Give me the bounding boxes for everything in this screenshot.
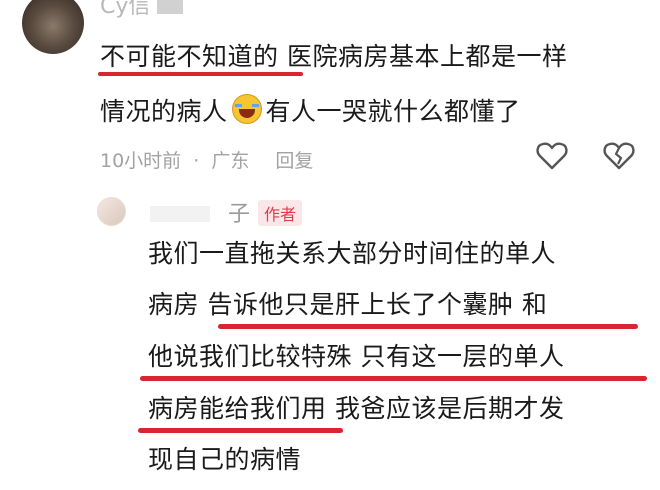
- reply-text-line-1: 我们一直拖关系大部分时间住的单人: [148, 239, 557, 268]
- author-name[interactable]: 子: [228, 196, 250, 228]
- commenter-avatar[interactable]: [22, 0, 84, 54]
- underline-3: [140, 376, 647, 381]
- reply-text-line-5: 现自己的病情: [148, 445, 302, 474]
- underline-4: [138, 428, 343, 433]
- comment-text-line-2a: 情况的病人: [100, 97, 228, 126]
- author-avatar[interactable]: [97, 197, 126, 226]
- comment-text-line-1: 不可能不知道的 医院病房基本上都是一样: [100, 42, 568, 71]
- comment-text-line-2b: 有人一哭就什么都懂了: [265, 97, 521, 126]
- laughing-crying-emoji-icon: [231, 94, 262, 124]
- reply-text-line-3: 他说我们比较特殊 只有这一层的单人: [148, 342, 565, 371]
- meta-dot: ·: [193, 150, 200, 172]
- dislike-broken-heart-icon[interactable]: [603, 141, 635, 171]
- reply-button[interactable]: 回复: [275, 150, 313, 172]
- comment-meta: 10小时前 · 广东 回复: [100, 146, 319, 173]
- like-heart-icon[interactable]: [536, 141, 568, 171]
- underline-1: [98, 72, 303, 76]
- reply-text-line-2: 病房 告诉他只是肝上长了个囊肿 和: [148, 290, 548, 319]
- author-badge: 作者: [258, 200, 303, 226]
- commenter-name[interactable]: Cy信: [100, 0, 150, 20]
- comment-text-line-2: 情况的病人 有人一哭就什么都懂了: [100, 94, 521, 124]
- comment-time: 10小时前: [100, 150, 182, 172]
- author-name-blur-mask: [150, 206, 210, 222]
- underline-2: [218, 324, 638, 329]
- comment-location: 广东: [211, 150, 250, 172]
- name-blur-mask: [157, 0, 183, 14]
- reply-text-line-4: 病房能给我们用 我爸应该是后期才发: [148, 394, 565, 423]
